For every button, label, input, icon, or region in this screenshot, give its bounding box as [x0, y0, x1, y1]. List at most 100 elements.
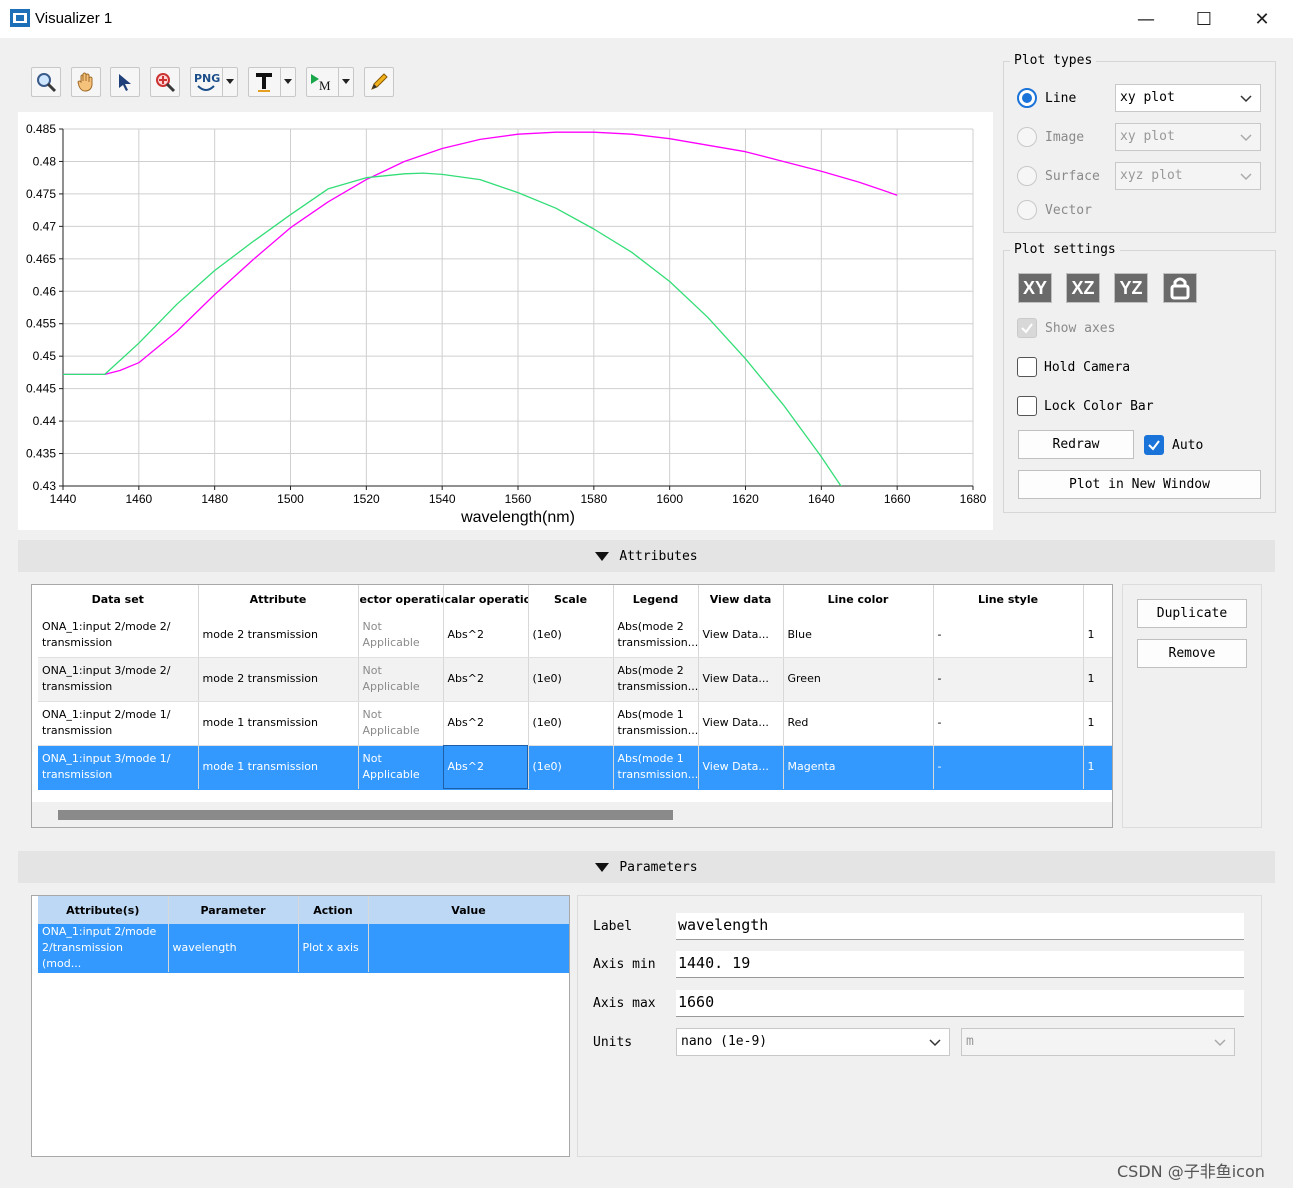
cell-value[interactable]: [368, 924, 569, 973]
reset-view-button[interactable]: [1163, 273, 1197, 303]
cell-parameter[interactable]: wavelength: [168, 924, 299, 973]
cell-scalar-op[interactable]: Abs^2: [443, 613, 529, 658]
duplicate-button[interactable]: Duplicate: [1137, 599, 1247, 628]
surface-radio[interactable]: [1017, 166, 1037, 186]
table-row-selected[interactable]: ONA_1:input 2/mode 2/transmission (mod..…: [38, 924, 569, 973]
horizontal-scrollbar[interactable]: [32, 802, 1112, 827]
zoom-button[interactable]: [31, 67, 61, 97]
cell-view-data[interactable]: View Data...: [698, 657, 784, 702]
cell-action[interactable]: Plot x axis: [298, 924, 369, 973]
col-vector-operation[interactable]: ector operatic: [358, 585, 444, 613]
cell-dataset[interactable]: ONA_1:input 2/mode 1/ transmission: [38, 701, 199, 746]
cell-vector-op[interactable]: Not Applicable: [358, 657, 444, 702]
line-plot-select[interactable]: xy plot: [1115, 84, 1261, 112]
remove-button[interactable]: Remove: [1137, 639, 1247, 668]
col-scalar-operation[interactable]: calar operatio: [443, 585, 529, 613]
cell-scale[interactable]: (1e0): [528, 701, 614, 746]
units-select[interactable]: nano (1e-9): [676, 1028, 950, 1056]
pan-button[interactable]: [71, 67, 101, 97]
col-view-data[interactable]: View data: [698, 585, 784, 613]
units-suffix-select[interactable]: m: [961, 1028, 1235, 1056]
auto-checkbox[interactable]: [1144, 435, 1164, 455]
cell-extra[interactable]: 1: [1083, 701, 1112, 746]
cell-line-color[interactable]: Blue: [783, 613, 934, 658]
view-xz-button[interactable]: XZ: [1066, 273, 1100, 303]
line-radio[interactable]: [1017, 88, 1037, 108]
cell-scale[interactable]: (1e0): [528, 745, 614, 790]
cell-line-style[interactable]: -: [933, 657, 1084, 702]
axis-min-input[interactable]: 1440. 19: [676, 951, 1244, 978]
cell-attribute[interactable]: mode 2 transmission: [198, 657, 359, 702]
redraw-button[interactable]: Redraw: [1018, 430, 1134, 459]
view-yz-button[interactable]: YZ: [1114, 273, 1148, 303]
cell-attribute[interactable]: mode 1 transmission: [198, 745, 359, 790]
col-legend[interactable]: Legend: [613, 585, 699, 613]
cell-legend[interactable]: Abs(mode 1 transmission...: [613, 745, 699, 790]
cell-scalar-op[interactable]: Abs^2: [443, 657, 529, 702]
col-attribute[interactable]: Attribute: [198, 585, 359, 613]
cell-legend[interactable]: Abs(mode 2 transmission...: [613, 613, 699, 658]
cell-view-data[interactable]: View Data...: [698, 701, 784, 746]
cell-attribute[interactable]: mode 2 transmission: [198, 613, 359, 658]
image-radio[interactable]: [1017, 127, 1037, 147]
col-attributes[interactable]: Attribute(s): [38, 896, 169, 924]
cell-extra[interactable]: 1: [1083, 745, 1112, 790]
scrollbar-thumb[interactable]: [58, 810, 673, 820]
cell-line-style[interactable]: -: [933, 701, 1084, 746]
cell-attributes[interactable]: ONA_1:input 2/mode 2/transmission (mod..…: [38, 924, 169, 973]
cell-scale[interactable]: (1e0): [528, 657, 614, 702]
parameters-table[interactable]: Attribute(s) Parameter Action Value ONA_…: [31, 895, 570, 1157]
cell-line-color[interactable]: Magenta: [783, 745, 934, 790]
cell-line-style[interactable]: -: [933, 613, 1084, 658]
select-button[interactable]: [110, 67, 140, 97]
cell-dataset[interactable]: ONA_1:input 3/mode 1/ transmission: [38, 745, 199, 790]
attributes-table[interactable]: Data set Attribute ector operatic calar …: [31, 584, 1113, 828]
surface-plot-select[interactable]: xyz plot: [1115, 162, 1261, 190]
cell-vector-op[interactable]: Not Applicable: [358, 613, 444, 658]
col-value[interactable]: Value: [368, 896, 569, 924]
cell-legend[interactable]: Abs(mode 1 transmission...: [613, 701, 699, 746]
show-axes-checkbox[interactable]: [1017, 318, 1037, 338]
minimize-button[interactable]: —: [1117, 0, 1175, 38]
col-parameter[interactable]: Parameter: [168, 896, 299, 924]
col-action[interactable]: Action: [298, 896, 369, 924]
cell-line-color[interactable]: Green: [783, 657, 934, 702]
attributes-section-header[interactable]: Attributes: [18, 540, 1275, 572]
label-input[interactable]: wavelength: [676, 913, 1244, 940]
chevron-down-icon[interactable]: [280, 68, 294, 96]
zoom-region-button[interactable]: [150, 67, 180, 97]
col-line-color[interactable]: Line color: [783, 585, 934, 613]
cell-view-data[interactable]: View Data...: [698, 745, 784, 790]
marker-button[interactable]: M: [306, 67, 354, 97]
col-scale[interactable]: Scale: [528, 585, 614, 613]
table-row[interactable]: ONA_1:input 2/mode 1/ transmission mode …: [38, 701, 1112, 746]
cell-view-data[interactable]: View Data...: [698, 613, 784, 658]
table-row[interactable]: ONA_1:input 3/mode 2/ transmission mode …: [38, 657, 1112, 702]
cell-vector-op[interactable]: Not Applicable: [358, 701, 444, 746]
edit-button[interactable]: [364, 67, 394, 97]
cell-vector-op[interactable]: Not Applicable: [358, 745, 444, 790]
table-row-selected[interactable]: ONA_1:input 3/mode 1/ transmission mode …: [38, 745, 1112, 790]
cell-dataset[interactable]: ONA_1:input 2/mode 2/ transmission: [38, 613, 199, 658]
maximize-button[interactable]: ☐: [1175, 0, 1233, 38]
hold-camera-checkbox[interactable]: [1017, 357, 1037, 377]
axis-max-input[interactable]: 1660: [676, 990, 1244, 1017]
table-row[interactable]: ONA_1:input 2/mode 2/ transmission mode …: [38, 613, 1112, 658]
close-button[interactable]: ✕: [1233, 0, 1291, 38]
cell-extra[interactable]: 1: [1083, 613, 1112, 658]
cell-scalar-op[interactable]: Abs^2: [443, 745, 529, 790]
cell-dataset[interactable]: ONA_1:input 3/mode 2/ transmission: [38, 657, 199, 702]
vector-radio[interactable]: [1017, 200, 1037, 220]
cell-extra[interactable]: 1: [1083, 657, 1112, 702]
col-extra[interactable]: [1083, 585, 1112, 613]
chevron-down-icon[interactable]: [338, 68, 352, 96]
image-plot-select[interactable]: xy plot: [1115, 123, 1261, 151]
plot-area[interactable]: 1440 1460 1480 1500 1520 1540 1560 1580 1600 1620…: [18, 112, 993, 530]
text-annotation-button[interactable]: [248, 67, 296, 97]
cell-scalar-op[interactable]: Abs^2: [443, 701, 529, 746]
export-png-button[interactable]: PNG: [190, 67, 238, 97]
cell-line-style[interactable]: -: [933, 745, 1084, 790]
lock-color-bar-checkbox[interactable]: [1017, 396, 1037, 416]
cell-line-color[interactable]: Red: [783, 701, 934, 746]
view-xy-button[interactable]: XY: [1018, 273, 1052, 303]
